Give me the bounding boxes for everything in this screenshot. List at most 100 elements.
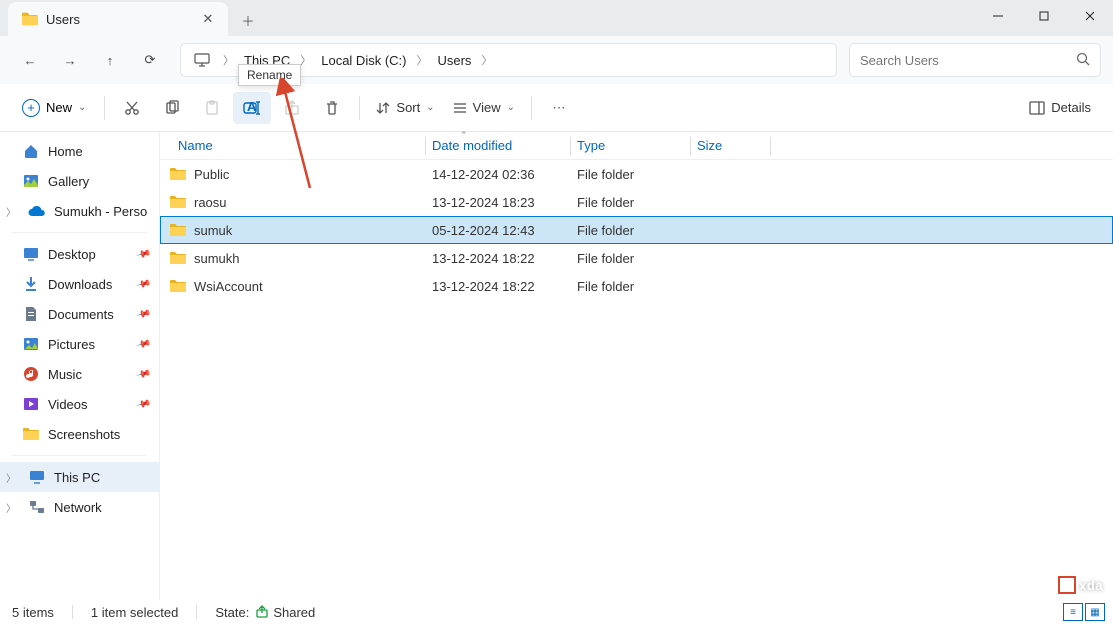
- sidebar-music[interactable]: Music 📌: [0, 359, 159, 389]
- close-window-button[interactable]: [1067, 0, 1113, 32]
- new-tab-button[interactable]: ＋: [232, 4, 264, 36]
- forward-button[interactable]: →: [52, 42, 88, 78]
- copy-button[interactable]: [153, 92, 191, 124]
- tab-title: Users: [46, 12, 192, 27]
- table-row[interactable]: raosu 13-12-2024 18:23 File folder: [160, 188, 1113, 216]
- rename-button[interactable]: A: [233, 92, 271, 124]
- downloads-icon: [22, 276, 40, 292]
- pc-icon: [28, 470, 46, 484]
- tab-users[interactable]: Users ✕: [8, 2, 228, 36]
- back-button[interactable]: ←: [12, 42, 48, 78]
- cell-type: File folder: [565, 279, 685, 294]
- search-input[interactable]: [860, 53, 1076, 68]
- cell-date: 13-12-2024 18:23: [420, 195, 565, 210]
- search-box[interactable]: [849, 43, 1101, 77]
- column-type[interactable]: Type: [565, 138, 685, 153]
- svg-text:A: A: [247, 100, 257, 114]
- more-button[interactable]: ⋯: [540, 92, 578, 124]
- pc-icon: [185, 53, 219, 67]
- divider: [12, 232, 147, 233]
- view-icon: [453, 101, 467, 115]
- file-list: ⌃ Name Date modified Type Size Public 14…: [160, 132, 1113, 600]
- chevron-right-icon[interactable]: 〉: [219, 52, 238, 68]
- table-row[interactable]: sumukh 13-12-2024 18:22 File folder: [160, 244, 1113, 272]
- sidebar-onedrive[interactable]: 〉 Sumukh - Perso: [0, 196, 159, 226]
- icons-view-button[interactable]: ▦: [1085, 603, 1105, 621]
- column-resize[interactable]: [690, 137, 691, 155]
- chevron-right-icon[interactable]: 〉: [6, 500, 20, 515]
- selected-count: 1 item selected: [91, 605, 178, 620]
- details-button[interactable]: Details: [1019, 100, 1101, 115]
- toolbar: + New ⌄ A Sort ⌄ View ⌄ ⋯ Details: [0, 84, 1113, 132]
- column-date[interactable]: Date modified: [420, 138, 565, 153]
- watermark: xda: [1058, 576, 1103, 594]
- sidebar-pictures[interactable]: Pictures 📌: [0, 329, 159, 359]
- sidebar-screenshots[interactable]: Screenshots: [0, 419, 159, 449]
- column-size[interactable]: Size: [685, 138, 765, 153]
- new-button[interactable]: + New ⌄: [12, 92, 96, 124]
- status-bar: 5 items 1 item selected State: Shared ≡ …: [0, 600, 1113, 624]
- pin-icon: 📌: [135, 336, 151, 352]
- table-row[interactable]: WsiAccount 13-12-2024 18:22 File folder: [160, 272, 1113, 300]
- details-label: Details: [1051, 100, 1091, 115]
- sidebar-downloads[interactable]: Downloads 📌: [0, 269, 159, 299]
- chevron-down-icon: ⌄: [426, 102, 434, 113]
- sort-indicator-icon: ⌃: [460, 130, 468, 141]
- chevron-right-icon[interactable]: 〉: [477, 52, 496, 68]
- delete-button[interactable]: [313, 92, 351, 124]
- sort-button[interactable]: Sort ⌄: [368, 92, 442, 124]
- videos-icon: [22, 397, 40, 411]
- share-button[interactable]: [273, 92, 311, 124]
- refresh-button[interactable]: ⟳: [132, 42, 168, 78]
- sidebar-videos[interactable]: Videos 📌: [0, 389, 159, 419]
- chevron-down-icon: ⌄: [78, 102, 86, 113]
- cell-type: File folder: [565, 167, 685, 182]
- divider: [531, 96, 532, 120]
- file-name: raosu: [194, 195, 227, 210]
- divider: [359, 96, 360, 120]
- maximize-button[interactable]: [1021, 0, 1067, 32]
- folder-icon: [170, 279, 186, 293]
- pin-icon: 📌: [135, 276, 151, 292]
- sidebar-this-pc[interactable]: 〉 This PC: [0, 462, 159, 492]
- cell-type: File folder: [565, 251, 685, 266]
- view-button[interactable]: View ⌄: [445, 92, 523, 124]
- cell-name: WsiAccount: [160, 279, 420, 294]
- window-controls: [975, 0, 1113, 32]
- folder-icon: [22, 427, 40, 441]
- cut-button[interactable]: [113, 92, 151, 124]
- breadcrumb-local-disk[interactable]: Local Disk (C:): [315, 53, 412, 68]
- title-bar: Users ✕ ＋: [0, 0, 1113, 36]
- view-toggle: ≡ ▦: [1063, 603, 1105, 621]
- state-label: State:: [215, 605, 249, 620]
- cell-date: 13-12-2024 18:22: [420, 251, 565, 266]
- sidebar-desktop[interactable]: Desktop 📌: [0, 239, 159, 269]
- cell-date: 05-12-2024 12:43: [420, 223, 565, 238]
- sort-icon: [376, 101, 390, 115]
- shared-icon: [255, 604, 269, 621]
- search-icon[interactable]: [1076, 52, 1090, 69]
- column-resize[interactable]: [570, 137, 571, 155]
- cell-name: sumuk: [160, 223, 420, 238]
- home-icon: [22, 143, 40, 159]
- sidebar-network[interactable]: 〉 Network: [0, 492, 159, 522]
- sidebar-home[interactable]: Home: [0, 136, 159, 166]
- close-tab-icon[interactable]: ✕: [200, 11, 216, 27]
- table-row[interactable]: Public 14-12-2024 02:36 File folder: [160, 160, 1113, 188]
- folder-icon: [170, 167, 186, 181]
- chevron-right-icon[interactable]: 〉: [6, 470, 20, 485]
- chevron-right-icon[interactable]: 〉: [6, 204, 20, 219]
- column-resize[interactable]: [425, 137, 426, 155]
- column-name[interactable]: Name: [160, 138, 420, 153]
- table-row[interactable]: sumuk 05-12-2024 12:43 File folder: [160, 216, 1113, 244]
- breadcrumb-users[interactable]: Users: [431, 53, 477, 68]
- new-label: New: [46, 100, 72, 115]
- minimize-button[interactable]: [975, 0, 1021, 32]
- chevron-right-icon[interactable]: 〉: [412, 52, 431, 68]
- sidebar-documents[interactable]: Documents 📌: [0, 299, 159, 329]
- paste-button[interactable]: [193, 92, 231, 124]
- up-button[interactable]: ↑: [92, 42, 128, 78]
- details-view-button[interactable]: ≡: [1063, 603, 1083, 621]
- column-resize[interactable]: [770, 137, 771, 155]
- sidebar-gallery[interactable]: Gallery: [0, 166, 159, 196]
